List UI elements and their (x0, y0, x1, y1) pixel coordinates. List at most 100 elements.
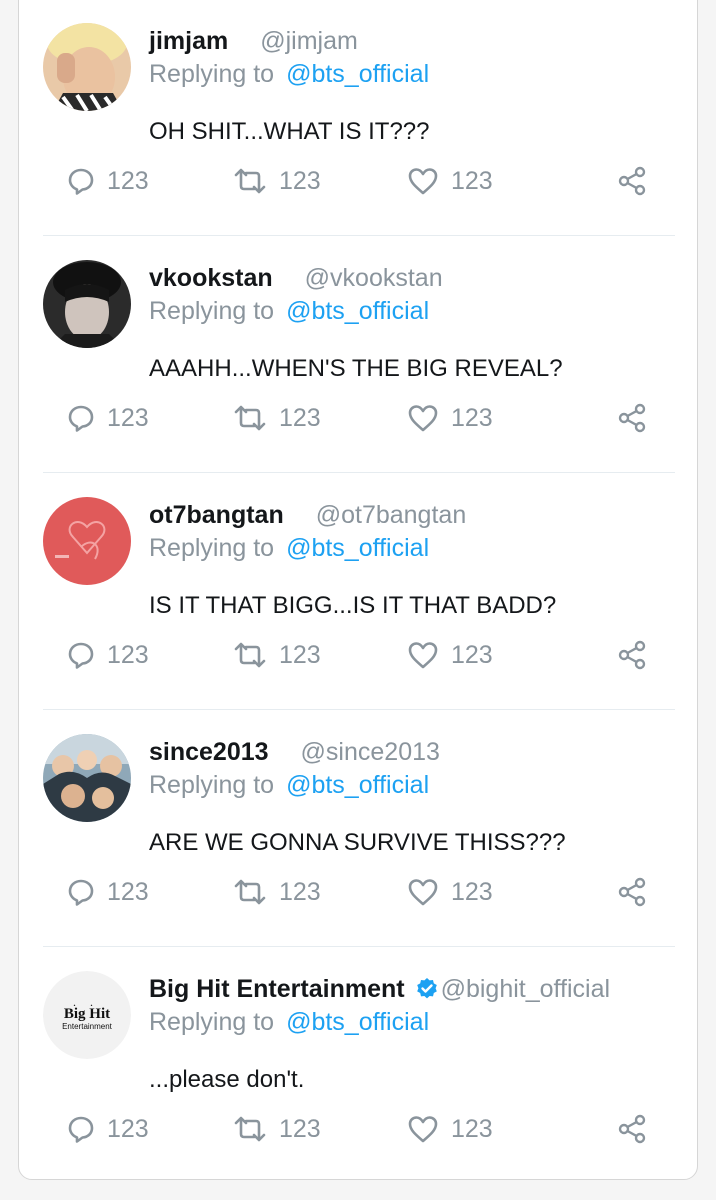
share-icon (617, 640, 647, 670)
mention-link[interactable]: @bts_official (286, 771, 429, 799)
heart-icon (407, 404, 439, 432)
retweet-icon (233, 878, 267, 906)
display-name[interactable]: vkookstan @vkookstan (149, 264, 443, 293)
display-name-text[interactable]: Big Hit Entertainment (149, 975, 405, 1003)
logo-subtext: Entertainment (62, 1022, 112, 1031)
replying-to-label: Replying to (149, 534, 275, 562)
replying-to-label: Replying to (149, 60, 275, 88)
retweet-icon (233, 404, 267, 432)
replying-to-label: Replying to (149, 1008, 275, 1036)
replying-to-label: Replying to (149, 297, 275, 325)
tweet-actions: 123 123 123 (67, 639, 647, 671)
logo-text: Big Hit (63, 1006, 111, 1022)
display-name-text[interactable]: since2013 (149, 738, 269, 766)
replying-to: Replying to @bts_official (149, 60, 429, 89)
reply-icon (67, 878, 95, 906)
replying-to: Replying to @bts_official (149, 534, 429, 563)
heart-icon (407, 878, 439, 906)
retweet-button[interactable]: 123 (233, 639, 321, 671)
share-icon (617, 403, 647, 433)
divider (43, 472, 675, 473)
reply-thread-card: jimjam @jimjam Replying to @bts_official O… (18, 0, 698, 1180)
reply-button[interactable]: 123 (67, 1113, 149, 1145)
mention-link[interactable]: @bts_official (286, 534, 429, 562)
mention-link[interactable]: @bts_official (286, 60, 429, 88)
retweet-count: 123 (279, 877, 321, 906)
reply-count: 123 (107, 640, 149, 669)
retweet-button[interactable]: 123 (233, 876, 321, 908)
like-count: 123 (451, 877, 493, 906)
reply-count: 123 (107, 166, 149, 195)
like-button[interactable]: 123 (407, 1113, 493, 1145)
replying-to-label: Replying to (149, 771, 275, 799)
mention-link[interactable]: @bts_official (286, 297, 429, 325)
share-button[interactable] (617, 1113, 647, 1145)
big-hit-logo: .. Big Hit Entertainment (43, 971, 131, 1059)
retweet-icon (233, 167, 267, 195)
like-button[interactable]: 123 (407, 876, 493, 908)
display-name-text[interactable]: vkookstan (149, 264, 273, 292)
tweet-actions: 123 123 123 (67, 1113, 647, 1145)
retweet-button[interactable]: 123 (233, 165, 321, 197)
like-count: 123 (451, 640, 493, 669)
retweet-button[interactable]: 123 (233, 402, 321, 434)
tweet-text: ARE WE GONNA SURVIVE THISS??? (149, 829, 566, 856)
reply-button[interactable]: 123 (67, 876, 149, 908)
reply-icon (67, 404, 95, 432)
retweet-count: 123 (279, 640, 321, 669)
like-button[interactable]: 123 (407, 402, 493, 434)
display-name-text[interactable]: ot7bangtan (149, 501, 284, 529)
display-name-text[interactable]: jimjam (149, 27, 228, 55)
user-avatar[interactable] (43, 734, 131, 822)
tweet-text: IS IT THAT BIGG...IS IT THAT BADD? (149, 592, 557, 619)
share-icon (617, 166, 647, 196)
like-count: 123 (451, 1114, 493, 1143)
divider (43, 709, 675, 710)
display-name[interactable]: since2013 @since2013 (149, 738, 440, 767)
user-handle[interactable]: @bighit_official (441, 975, 610, 1003)
tweet-text: AAAHH...WHEN'S THE BIG REVEAL? (149, 355, 563, 382)
user-handle[interactable]: @since2013 (301, 738, 440, 766)
reply-button[interactable]: 123 (67, 165, 149, 197)
replying-to: Replying to @bts_official (149, 771, 429, 800)
like-button[interactable]: 123 (407, 165, 493, 197)
retweet-icon (233, 641, 267, 669)
user-handle[interactable]: @ot7bangtan (316, 501, 467, 529)
tweet-actions: 123 123 123 (67, 402, 647, 434)
user-avatar[interactable] (43, 260, 131, 348)
verified-badge-icon (415, 977, 439, 1008)
reply-icon (67, 1115, 95, 1143)
share-button[interactable] (617, 402, 647, 434)
retweet-icon (233, 1115, 267, 1143)
heart-icon (407, 1115, 439, 1143)
retweet-count: 123 (279, 1114, 321, 1143)
display-name[interactable]: jimjam @jimjam (149, 27, 358, 56)
reply-icon (67, 641, 95, 669)
like-count: 123 (451, 403, 493, 432)
retweet-button[interactable]: 123 (233, 1113, 321, 1145)
share-button[interactable] (617, 165, 647, 197)
share-button[interactable] (617, 639, 647, 671)
display-name[interactable]: ot7bangtan @ot7bangtan (149, 501, 466, 530)
reply-button[interactable]: 123 (67, 402, 149, 434)
retweet-count: 123 (279, 403, 321, 432)
share-button[interactable] (617, 876, 647, 908)
heart-icon (407, 641, 439, 669)
share-icon (617, 877, 647, 907)
user-avatar[interactable] (43, 23, 131, 111)
display-name[interactable]: Big Hit Entertainment @bighit_official (149, 975, 610, 1008)
replying-to: Replying to @bts_official (149, 297, 429, 326)
like-button[interactable]: 123 (407, 639, 493, 671)
user-avatar[interactable]: .. Big Hit Entertainment (43, 971, 131, 1059)
like-count: 123 (451, 166, 493, 195)
tweet-actions: 123 123 123 (67, 165, 647, 197)
divider (43, 235, 675, 236)
user-handle[interactable]: @jimjam (260, 27, 358, 55)
tweet-text: ...please don't. (149, 1066, 305, 1093)
mention-link[interactable]: @bts_official (286, 1008, 429, 1036)
user-avatar[interactable] (43, 497, 131, 585)
user-handle[interactable]: @vkookstan (305, 264, 443, 292)
reply-button[interactable]: 123 (67, 639, 149, 671)
reply-count: 123 (107, 1114, 149, 1143)
reply-count: 123 (107, 403, 149, 432)
